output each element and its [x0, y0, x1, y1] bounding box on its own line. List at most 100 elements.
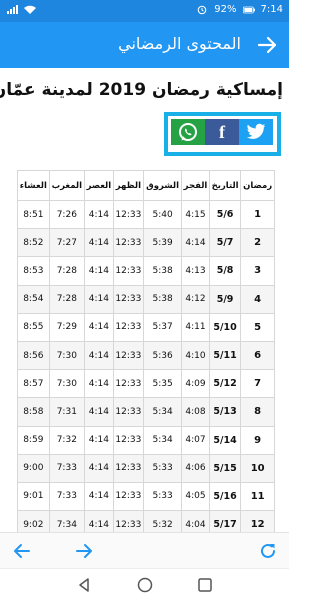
- cell-asr: 4:14: [83, 256, 114, 286]
- cell-sunrise: 5:36: [143, 340, 183, 371]
- system-navigation-bar: [0, 568, 289, 600]
- table-row: 5 5/10 4:11 5:37 12:33 4:14 7:29 8:55: [17, 312, 275, 342]
- cell-isha: 9:02: [17, 510, 50, 532]
- refresh-icon[interactable]: [258, 541, 278, 561]
- table-row: 9 5/14 4:07 5:34 12:33 4:14 7:32 8:59: [17, 425, 275, 455]
- cell-asr: 4:14: [83, 481, 114, 512]
- column-header-asr: العصر: [83, 170, 114, 201]
- cell-sunrise: 5:37: [143, 312, 183, 342]
- nav-back-icon[interactable]: [75, 576, 93, 594]
- back-arrow-icon[interactable]: [255, 33, 279, 57]
- nav-home-icon[interactable]: [136, 576, 154, 594]
- table-row: 7 5/12 4:09 5:35 12:33 4:14 7:30 8:57: [17, 369, 275, 399]
- cell-dhuhr: 12:33: [112, 228, 145, 258]
- cell-asr: 4:14: [83, 369, 114, 399]
- browser-toolbar: [0, 532, 289, 568]
- twitter-share-button[interactable]: [239, 119, 273, 145]
- cell-sunrise: 5:33: [143, 453, 183, 483]
- cell-isha: 8:54: [17, 284, 50, 314]
- cell-isha: 9:01: [17, 481, 50, 512]
- facebook-share-button[interactable]: f: [205, 119, 239, 145]
- whatsapp-icon: [179, 123, 197, 141]
- facebook-icon: f: [219, 121, 225, 142]
- cell-asr: 4:14: [83, 453, 114, 483]
- cell-fajr: 4:10: [181, 340, 210, 371]
- table-row: 4 5/9 4:12 5:38 12:33 4:14 7:28 8:54: [17, 284, 275, 314]
- column-header-maghrib: المغرب: [48, 170, 85, 201]
- cell-ramadan-day: 12: [240, 510, 275, 532]
- browser-forward-icon[interactable]: [74, 541, 94, 561]
- cell-asr: 4:14: [83, 340, 114, 371]
- browser-back-icon[interactable]: [12, 541, 32, 561]
- column-header-isha: العشاء: [17, 170, 50, 201]
- cell-isha: 8:59: [17, 425, 50, 455]
- cell-date: 5/11: [208, 340, 242, 371]
- cell-sunrise: 5:32: [143, 510, 183, 532]
- cell-dhuhr: 12:33: [112, 397, 145, 427]
- table-row: 10 5/15 4:06 5:33 12:33 4:14 7:33 9:00: [17, 453, 275, 483]
- cell-date: 5/10: [208, 312, 242, 342]
- cell-maghrib: 7:29: [48, 312, 85, 342]
- table-row: 6 5/11 4:10 5:36 12:33 4:14 7:30 8:56: [17, 340, 275, 371]
- cell-maghrib: 7:31: [48, 397, 85, 427]
- cell-fajr: 4:15: [181, 199, 210, 230]
- cell-ramadan-day: 4: [240, 284, 275, 314]
- cell-maghrib: 7:28: [48, 284, 85, 314]
- table-body: 1 5/6 4:15 5:40 12:33 4:14 7:26 8:51 2 5/7 4:14 5:3…: [17, 199, 275, 532]
- cell-fajr: 4:08: [181, 397, 210, 427]
- cell-dhuhr: 12:33: [112, 284, 145, 314]
- wifi-icon: [24, 5, 36, 14]
- cell-maghrib: 7:32: [48, 425, 85, 455]
- cell-ramadan-day: 7: [240, 369, 275, 399]
- cell-dhuhr: 12:33: [112, 369, 145, 399]
- cell-isha: 8:57: [17, 369, 50, 399]
- cell-fajr: 4:11: [181, 312, 210, 342]
- cell-date: 5/12: [208, 369, 242, 399]
- table-row: 8 5/13 4:08 5:34 12:33 4:14 7:31 8:58: [17, 397, 275, 427]
- cell-isha: 8:58: [17, 397, 50, 427]
- alarm-icon: [198, 5, 207, 14]
- cell-asr: 4:14: [83, 397, 114, 427]
- cell-date: 5/14: [208, 425, 242, 455]
- cell-date: 5/6: [208, 199, 242, 230]
- table-row: 12 5/17 4:04 5:32 12:33 4:14 7:34 9:02: [17, 510, 275, 532]
- app-bar: المحتوى الرمضاني: [0, 22, 289, 68]
- cell-date: 5/17: [208, 510, 242, 532]
- cell-ramadan-day: 3: [240, 256, 275, 286]
- cell-sunrise: 5:33: [143, 481, 183, 512]
- cell-fajr: 4:06: [181, 453, 210, 483]
- cell-dhuhr: 12:33: [112, 453, 145, 483]
- cell-fajr: 4:09: [181, 369, 210, 399]
- cell-isha: 9:00: [17, 453, 50, 483]
- cell-maghrib: 7:34: [48, 510, 85, 532]
- column-header-sunrise: الشروق: [143, 170, 183, 201]
- cell-sunrise: 5:40: [143, 199, 183, 230]
- cell-maghrib: 7:30: [48, 369, 85, 399]
- cell-date: 5/15: [208, 453, 242, 483]
- cell-dhuhr: 12:33: [112, 425, 145, 455]
- cell-dhuhr: 12:33: [112, 199, 145, 230]
- cell-ramadan-day: 10: [240, 453, 275, 483]
- cell-date: 5/16: [208, 481, 242, 512]
- whatsapp-share-button[interactable]: [171, 119, 205, 145]
- cell-dhuhr: 12:33: [112, 510, 145, 532]
- cell-fajr: 4:05: [181, 481, 210, 512]
- imsakiya-table: رمضان التاريخ الفجر الشروق الظهر العصر ا…: [17, 170, 275, 532]
- status-bar: 92% 7:14: [0, 0, 289, 22]
- table-row: 1 5/6 4:15 5:40 12:33 4:14 7:26 8:51: [17, 199, 275, 230]
- cell-maghrib: 7:28: [48, 256, 85, 286]
- web-content[interactable]: إمساكية رمضان 2019 لمدينة عمّان f رمضان …: [0, 68, 289, 532]
- share-buttons: f: [164, 112, 281, 156]
- cell-date: 5/13: [208, 397, 242, 427]
- cell-isha: 8:56: [17, 340, 50, 371]
- cell-maghrib: 7:33: [48, 453, 85, 483]
- nav-recents-icon[interactable]: [196, 576, 214, 594]
- twitter-icon: [246, 123, 266, 139]
- cell-dhuhr: 12:33: [112, 340, 145, 371]
- cell-maghrib: 7:26: [48, 199, 85, 230]
- battery-percentage: 92%: [214, 4, 237, 15]
- signal-icon: [7, 5, 18, 14]
- cell-dhuhr: 12:33: [112, 312, 145, 342]
- table-row: 11 5/16 4:05 5:33 12:33 4:14 7:33 9:01: [17, 481, 275, 512]
- cell-ramadan-day: 11: [240, 481, 275, 512]
